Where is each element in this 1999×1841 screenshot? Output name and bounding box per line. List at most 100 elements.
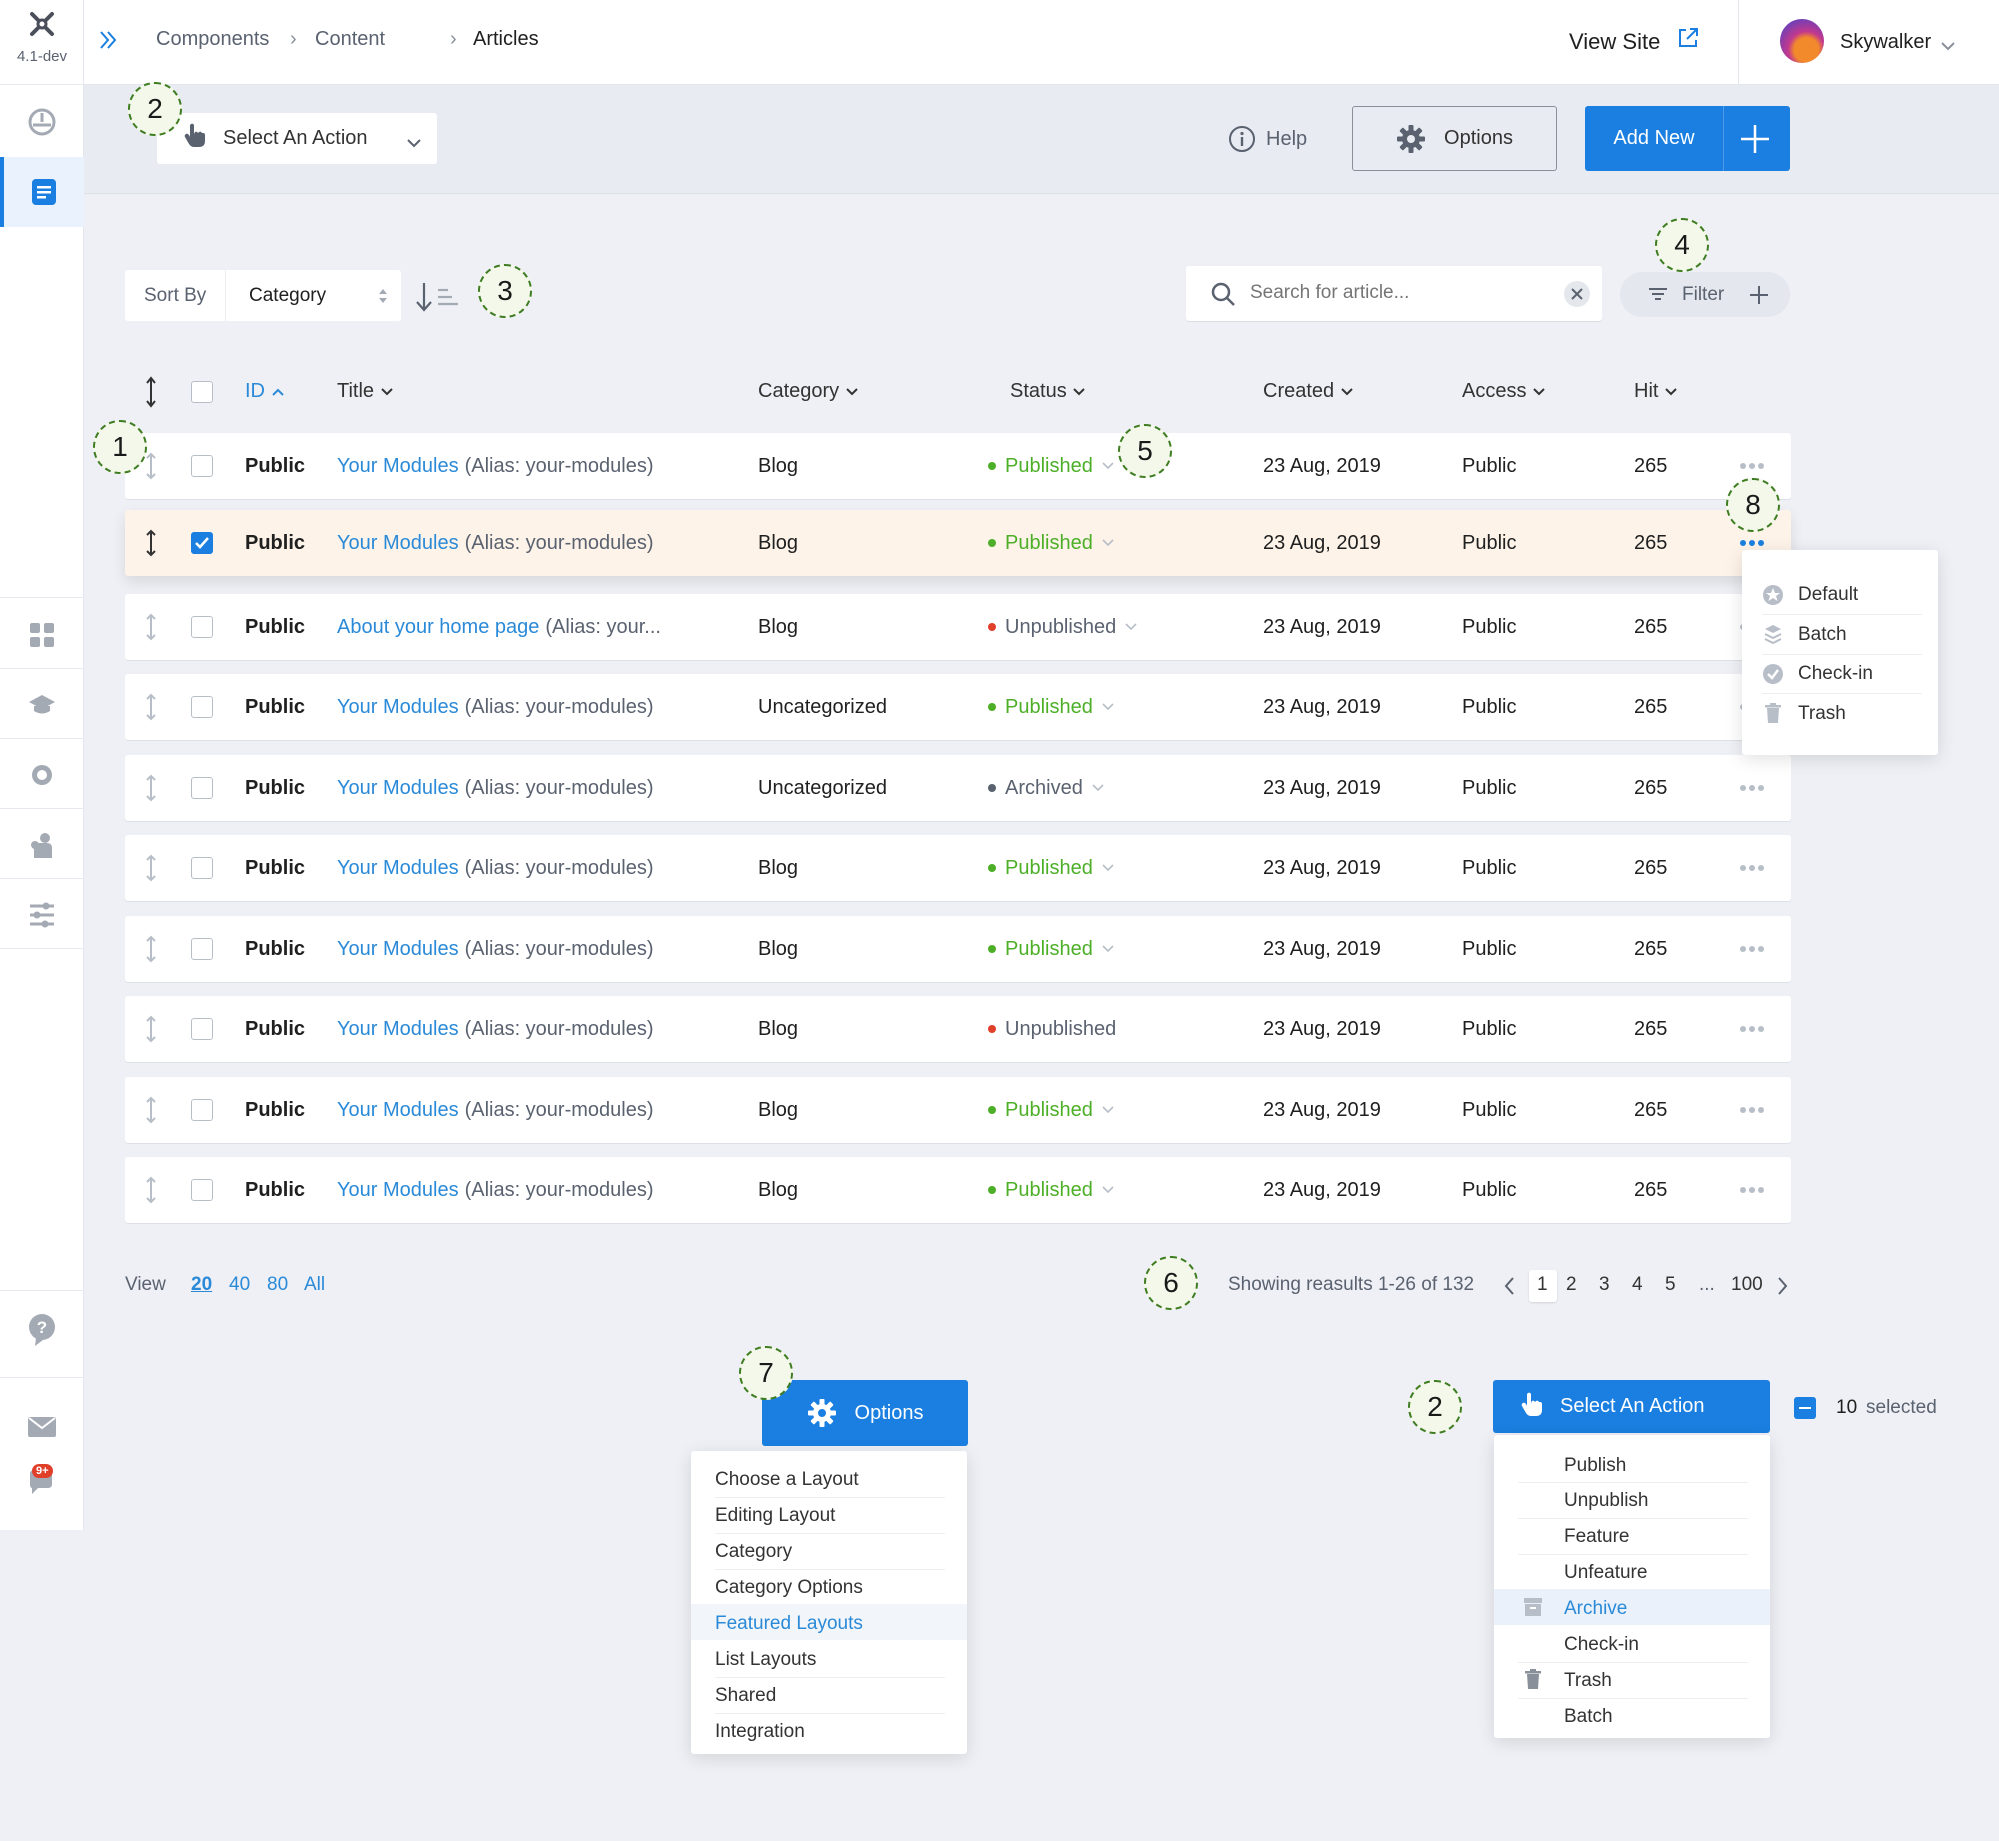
breadcrumb-content[interactable]: Content xyxy=(315,28,385,51)
row-status[interactable]: Published xyxy=(1005,696,1093,719)
column-header-title[interactable]: Title xyxy=(337,380,394,403)
row-checkbox[interactable] xyxy=(191,1099,213,1121)
user-chevron-down-icon[interactable] xyxy=(1940,38,1956,56)
page-size-80[interactable]: 80 xyxy=(267,1274,288,1296)
row-checkbox[interactable] xyxy=(191,938,213,960)
external-link-icon[interactable] xyxy=(1676,26,1700,55)
row-status[interactable]: Archived xyxy=(1005,777,1083,800)
column-header-created[interactable]: Created xyxy=(1263,380,1354,403)
column-header-access[interactable]: Access xyxy=(1462,380,1546,403)
row-more-icon[interactable] xyxy=(1739,996,1765,1062)
row-title-link[interactable]: Your Modules xyxy=(337,1179,459,1202)
sidebar-users-icon[interactable] xyxy=(0,810,84,880)
page-100[interactable]: 100 xyxy=(1731,1274,1763,1296)
status-chevron-down-icon[interactable] xyxy=(1101,702,1115,712)
next-page-icon[interactable] xyxy=(1777,1276,1789,1301)
sort-direction-icon[interactable] xyxy=(414,281,460,318)
table-row[interactable]: Public Your Modules (Alias: your-modules) B… xyxy=(125,1157,1791,1223)
row-checkbox[interactable] xyxy=(191,857,213,879)
sort-select[interactable]: Category xyxy=(249,285,326,307)
sidebar-help-icon[interactable]: ? xyxy=(0,1295,84,1365)
options-item-list-layouts[interactable]: List Layouts xyxy=(715,1649,816,1671)
row-checkbox[interactable] xyxy=(191,1018,213,1040)
row-menu-default[interactable]: Default xyxy=(1798,584,1858,606)
action-item-unpublish[interactable]: Unpublish xyxy=(1564,1490,1649,1512)
row-title-link[interactable]: Your Modules xyxy=(337,532,459,555)
breadcrumb-components[interactable]: Components xyxy=(156,28,269,51)
table-row[interactable]: Public Your Modules (Alias: your-modules) U… xyxy=(125,755,1791,821)
drag-handle-icon[interactable] xyxy=(145,835,157,901)
table-row[interactable]: Public Your Modules (Alias: your-modules) B… xyxy=(125,916,1791,982)
row-title-link[interactable]: Your Modules xyxy=(337,857,459,880)
search-input[interactable] xyxy=(1250,278,1540,308)
action-item-feature[interactable]: Feature xyxy=(1564,1526,1629,1548)
action-item-unfeature[interactable]: Unfeature xyxy=(1564,1562,1647,1584)
sidebar-modules-icon[interactable] xyxy=(0,600,84,670)
page-size-20[interactable]: 20 xyxy=(191,1274,212,1296)
options-item-editing-layout[interactable]: Editing Layout xyxy=(715,1505,835,1527)
row-more-icon[interactable] xyxy=(1739,1077,1765,1143)
row-title-link[interactable]: Your Modules xyxy=(337,938,459,961)
clear-search-icon[interactable] xyxy=(1564,281,1590,307)
status-chevron-down-icon[interactable] xyxy=(1091,783,1105,793)
table-row[interactable]: Public Your Modules (Alias: your-modules) U… xyxy=(125,674,1791,740)
column-header-category[interactable]: Category xyxy=(758,380,859,403)
deselect-all-checkbox[interactable] xyxy=(1794,1397,1816,1419)
sidebar-toggle-icon[interactable] xyxy=(98,28,118,57)
row-title-link[interactable]: Your Modules xyxy=(337,1099,459,1122)
column-header-hit[interactable]: Hit xyxy=(1634,380,1678,403)
prev-page-icon[interactable] xyxy=(1503,1276,1515,1301)
select-all-checkbox[interactable] xyxy=(191,381,213,403)
sidebar-articles-icon[interactable] xyxy=(0,157,84,227)
status-chevron-down-icon[interactable] xyxy=(1101,944,1115,954)
page-4[interactable]: 4 xyxy=(1632,1274,1643,1296)
sidebar-extensions-icon[interactable] xyxy=(0,670,84,740)
sidebar-system-icon[interactable] xyxy=(0,740,84,810)
help-button[interactable]: Help xyxy=(1228,122,1307,156)
options-dropdown-button[interactable]: Options xyxy=(762,1380,968,1446)
status-chevron-down-icon[interactable] xyxy=(1101,538,1115,548)
row-more-icon[interactable] xyxy=(1739,916,1765,982)
column-header-id[interactable]: ID xyxy=(245,380,285,403)
row-status[interactable]: Published xyxy=(1005,1099,1093,1122)
row-menu-batch[interactable]: Batch xyxy=(1798,624,1847,646)
row-status[interactable]: Published xyxy=(1005,857,1093,880)
row-more-icon[interactable] xyxy=(1739,1157,1765,1223)
row-status[interactable]: Unpublished xyxy=(1005,1018,1116,1041)
table-row[interactable]: Public Your Modules (Alias: your-modules) B… xyxy=(125,835,1791,901)
row-status[interactable]: Published xyxy=(1005,532,1093,555)
drag-handle-icon[interactable] xyxy=(145,510,157,576)
table-row[interactable]: Public About your home page (Alias: your..… xyxy=(125,594,1791,660)
row-title-link[interactable]: About your home page xyxy=(337,616,539,639)
sidebar-settings-icon[interactable] xyxy=(0,880,84,950)
row-title-link[interactable]: Your Modules xyxy=(337,696,459,719)
page-1[interactable]: 1 xyxy=(1537,1274,1548,1296)
row-more-icon[interactable] xyxy=(1739,755,1765,821)
status-chevron-down-icon[interactable] xyxy=(1101,461,1115,471)
row-menu-trash[interactable]: Trash xyxy=(1798,703,1846,725)
add-new-button[interactable]: Add New xyxy=(1585,106,1790,171)
options-item-featured-layouts[interactable]: Featured Layouts xyxy=(715,1613,863,1635)
avatar[interactable] xyxy=(1780,19,1824,63)
column-header-status[interactable]: Status xyxy=(1010,380,1086,403)
drag-handle-icon[interactable] xyxy=(145,916,157,982)
row-title-link[interactable]: Your Modules xyxy=(337,455,459,478)
row-status[interactable]: Published xyxy=(1005,1179,1093,1202)
page-2[interactable]: 2 xyxy=(1566,1274,1577,1296)
row-title-link[interactable]: Your Modules xyxy=(337,777,459,800)
action-item-batch[interactable]: Batch xyxy=(1564,1706,1613,1728)
row-checkbox[interactable] xyxy=(191,455,213,477)
options-item-shared[interactable]: Shared xyxy=(715,1685,776,1707)
status-chevron-down-icon[interactable] xyxy=(1124,622,1138,632)
page-size-40[interactable]: 40 xyxy=(229,1274,250,1296)
options-item-category[interactable]: Category xyxy=(715,1541,792,1563)
action-item-check-in[interactable]: Check-in xyxy=(1564,1634,1639,1656)
row-checkbox[interactable] xyxy=(191,777,213,799)
table-row[interactable]: Public Your Modules (Alias: your-modules) B… xyxy=(125,433,1791,499)
action-item-archive[interactable]: Archive xyxy=(1564,1598,1627,1620)
user-name[interactable]: Skywalker xyxy=(1840,31,1931,54)
table-row[interactable]: Public Your Modules (Alias: your-modules) B… xyxy=(125,1077,1791,1143)
drag-handle-icon[interactable] xyxy=(145,674,157,740)
filter-button[interactable]: Filter xyxy=(1620,272,1790,317)
drag-handle-icon[interactable] xyxy=(145,594,157,660)
